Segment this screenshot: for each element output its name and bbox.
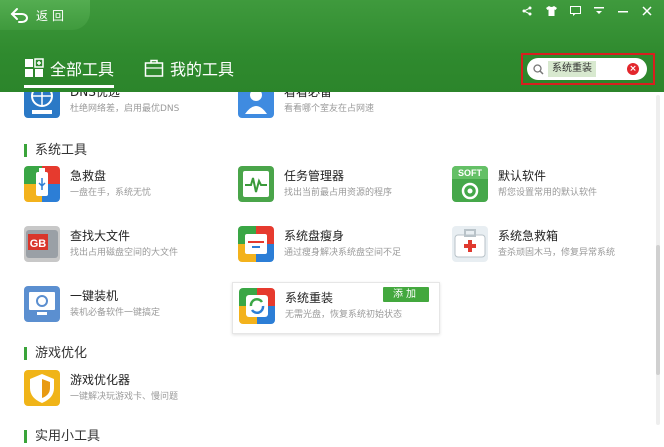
tool-kankan[interactable]: 看看必备 看看哪个室友在占网速 bbox=[238, 92, 443, 132]
tool-desc: 查杀顽固木马，修复异常系统 bbox=[498, 248, 616, 258]
soft-badge-text: SOFT bbox=[458, 168, 483, 178]
grid-icon bbox=[25, 58, 44, 77]
feedback-icon[interactable] bbox=[568, 5, 582, 17]
close-icon[interactable] bbox=[640, 5, 654, 17]
share-icon[interactable] bbox=[520, 5, 534, 17]
header-bar: 返回 全部工具 我的工具 系统重装 × bbox=[0, 0, 664, 92]
tool-name: 任务管理器 bbox=[284, 169, 345, 183]
users-icon bbox=[238, 92, 274, 118]
tab-all-tools[interactable]: 全部工具 bbox=[24, 56, 115, 88]
tool-name: 游戏优化器 bbox=[70, 373, 131, 387]
tool-default-software[interactable]: SOFT 默认软件 帮您设置常用的默认软件 bbox=[452, 166, 657, 216]
toolbox-window: 返回 全部工具 我的工具 系统重装 × DNS优选 杜绝网络差，启用最优DNS … bbox=[0, 0, 664, 447]
gb-badge-text: GB bbox=[30, 238, 47, 250]
tool-system-firstaid[interactable]: 系统急救箱 查杀顽固木马，修复异常系统 bbox=[452, 226, 657, 276]
tab-my-tools-label: 我的工具 bbox=[170, 60, 235, 79]
tool-desc: 一盘在手，系统无忧 bbox=[70, 188, 152, 198]
tool-name: 看看必备 bbox=[284, 92, 333, 99]
tab-all-tools-label: 全部工具 bbox=[50, 60, 115, 79]
briefcase-icon bbox=[144, 59, 164, 77]
tool-desc: 通过瘦身解决系统盘空间不足 bbox=[284, 248, 402, 258]
dns-globe-icon bbox=[24, 92, 60, 118]
reinstall-icon bbox=[239, 288, 275, 324]
section-title: 系统工具 bbox=[24, 144, 87, 157]
pulse-monitor-icon bbox=[238, 166, 274, 202]
tool-name: 默认软件 bbox=[498, 169, 547, 183]
tool-desc: 杜绝网络差，启用最优DNS bbox=[70, 104, 180, 114]
scrollbar[interactable] bbox=[656, 95, 660, 425]
tool-name: 一键装机 bbox=[70, 289, 119, 303]
gb-file-icon: GB bbox=[24, 226, 60, 262]
tool-list: DNS优选 杜绝网络差，启用最优DNS 看看必备 看看哪个室友在占网速 系统工具… bbox=[0, 92, 664, 447]
section-title: 实用小工具 bbox=[24, 430, 100, 443]
section-title: 游戏优化 bbox=[24, 347, 87, 360]
search-clear-icon[interactable]: × bbox=[627, 63, 639, 75]
tool-desc: 看看哪个室友在占网速 bbox=[284, 104, 375, 114]
tool-task-manager[interactable]: 任务管理器 找出当前最占用资源的程序 bbox=[238, 166, 443, 216]
monitor-icon bbox=[24, 286, 60, 322]
tool-tabs: 全部工具 我的工具 bbox=[24, 56, 264, 88]
tool-name: 系统急救箱 bbox=[498, 229, 559, 243]
usb-drive-icon bbox=[24, 166, 60, 202]
tool-desc: 找出占用磁盘空间的大文件 bbox=[70, 248, 179, 258]
skin-shirt-icon[interactable] bbox=[544, 5, 558, 17]
soft-badge-icon: SOFT bbox=[452, 166, 488, 202]
tool-name: 查找大文件 bbox=[70, 229, 131, 243]
tool-desc: 帮您设置常用的默认软件 bbox=[498, 188, 598, 198]
tool-name: DNS优选 bbox=[70, 92, 120, 99]
firstaid-kit-icon bbox=[452, 226, 488, 262]
minimize-icon[interactable] bbox=[616, 5, 630, 17]
window-controls bbox=[520, 5, 654, 17]
tab-my-tools[interactable]: 我的工具 bbox=[144, 56, 234, 80]
tool-desc: 找出当前最占用资源的程序 bbox=[284, 188, 393, 198]
tool-desc: 装机必备软件一键搞定 bbox=[70, 308, 161, 318]
scrollbar-thumb[interactable] bbox=[656, 245, 660, 375]
search-input[interactable]: 系统重装 × bbox=[527, 58, 647, 80]
tool-system-reinstall[interactable]: 系统重装 无需光盘，恢复系统初始状态 添加 bbox=[232, 282, 440, 334]
tool-one-click-install[interactable]: 一键装机 装机必备软件一键搞定 bbox=[24, 286, 229, 336]
tool-name: 急救盘 bbox=[70, 169, 107, 183]
tool-desc: 一键解决玩游戏卡、慢问题 bbox=[70, 392, 179, 402]
tool-game-optimizer[interactable]: 游戏优化器 一键解决玩游戏卡、慢问题 bbox=[24, 370, 229, 420]
drawer-icon bbox=[238, 226, 274, 262]
search-icon bbox=[533, 63, 544, 75]
tool-find-large-files[interactable]: GB 查找大文件 找出占用磁盘空间的大文件 bbox=[24, 226, 229, 276]
tool-rescue-disk[interactable]: 急救盘 一盘在手，系统无忧 bbox=[24, 166, 229, 216]
back-arrow-icon bbox=[10, 8, 28, 23]
search-value: 系统重装 bbox=[548, 61, 596, 77]
tool-system-disk-slim[interactable]: 系统盘瘦身 通过瘦身解决系统盘空间不足 bbox=[238, 226, 443, 276]
game-shield-icon bbox=[24, 370, 60, 406]
back-label: 返回 bbox=[36, 8, 69, 23]
back-button[interactable]: 返回 bbox=[0, 0, 90, 30]
tool-desc: 无需光盘，恢复系统初始状态 bbox=[285, 310, 403, 320]
menu-icon[interactable] bbox=[592, 5, 606, 17]
add-tool-button[interactable]: 添加 bbox=[383, 287, 429, 302]
tool-name: 系统盘瘦身 bbox=[284, 229, 345, 243]
tool-dns[interactable]: DNS优选 杜绝网络差，启用最优DNS bbox=[24, 92, 229, 132]
